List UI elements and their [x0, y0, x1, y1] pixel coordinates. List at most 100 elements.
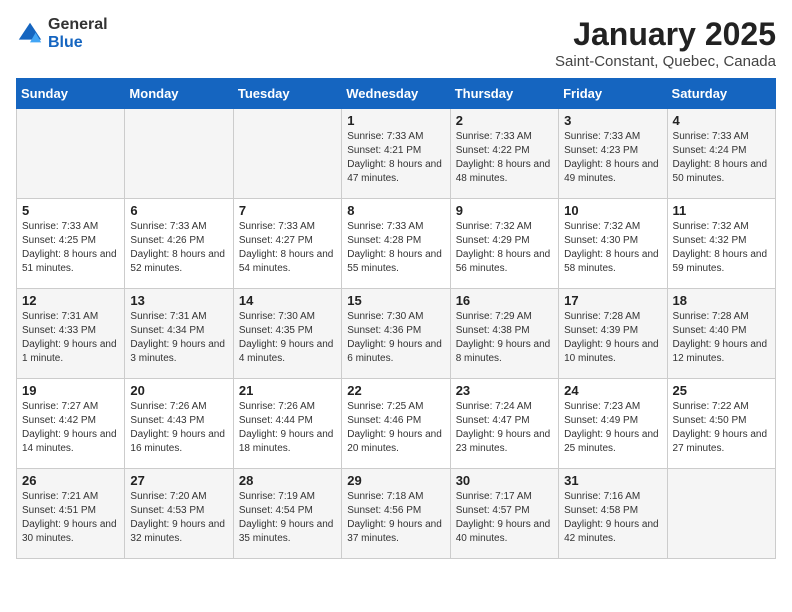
day-number: 4	[673, 113, 770, 128]
calendar-cell: 22Sunrise: 7:25 AM Sunset: 4:46 PM Dayli…	[342, 379, 450, 469]
day-info: Sunrise: 7:32 AM Sunset: 4:32 PM Dayligh…	[673, 220, 770, 276]
day-info: Sunrise: 7:33 AM Sunset: 4:24 PM Dayligh…	[673, 130, 770, 186]
weekday-header-thursday: Thursday	[450, 79, 558, 109]
calendar-cell: 17Sunrise: 7:28 AM Sunset: 4:39 PM Dayli…	[559, 289, 667, 379]
page-header: General Blue January 2025 Saint-Constant…	[16, 16, 776, 70]
day-info: Sunrise: 7:16 AM Sunset: 4:58 PM Dayligh…	[564, 490, 661, 546]
calendar-cell	[125, 109, 233, 199]
calendar-cell	[17, 109, 125, 199]
day-number: 20	[130, 383, 227, 398]
calendar-week-1: 1 Sunrise: 7:33 AM Sunset: 4:21 PM Daylig…	[17, 109, 776, 199]
day-number: 17	[564, 293, 661, 308]
day-number: 12	[22, 293, 119, 308]
calendar-table: SundayMondayTuesdayWednesdayThursdayFrid…	[16, 78, 776, 559]
weekday-header-saturday: Saturday	[667, 79, 775, 109]
calendar-cell: 20Sunrise: 7:26 AM Sunset: 4:43 PM Dayli…	[125, 379, 233, 469]
day-number: 7	[239, 203, 336, 218]
day-info: Sunrise: 7:32 AM Sunset: 4:29 PM Dayligh…	[456, 220, 553, 276]
calendar-cell: 24 Sunrise: 7:23 AM Sunset: 4:49 PM Dayli…	[559, 379, 667, 469]
day-number: 30	[456, 473, 553, 488]
day-number: 29	[347, 473, 444, 488]
calendar-body: 1 Sunrise: 7:33 AM Sunset: 4:21 PM Daylig…	[17, 109, 776, 559]
logo-general: General	[48, 16, 108, 34]
day-number: 14	[239, 293, 336, 308]
day-number: 31	[564, 473, 661, 488]
day-info: Sunrise: 7:33 AM Sunset: 4:28 PM Dayligh…	[347, 220, 444, 276]
day-info: Sunrise: 7:31 AM Sunset: 4:33 PM Dayligh…	[22, 310, 119, 366]
calendar-cell: 26 Sunrise: 7:21 AM Sunset: 4:51 PM Dayli…	[17, 469, 125, 559]
day-number: 3	[564, 113, 661, 128]
day-number: 21	[239, 383, 336, 398]
title-area: January 2025 Saint-Constant, Quebec, Can…	[555, 16, 776, 70]
calendar-cell: 12 Sunrise: 7:31 AM Sunset: 4:33 PM Dayli…	[17, 289, 125, 379]
day-info: Sunrise: 7:19 AM Sunset: 4:54 PM Dayligh…	[239, 490, 336, 546]
calendar-cell: 31 Sunrise: 7:16 AM Sunset: 4:58 PM Dayli…	[559, 469, 667, 559]
day-info: Sunrise: 7:33 AM Sunset: 4:25 PM Dayligh…	[22, 220, 119, 276]
calendar-cell	[667, 469, 775, 559]
calendar-title: January 2025	[555, 16, 776, 53]
weekday-header-wednesday: Wednesday	[342, 79, 450, 109]
day-number: 25	[673, 383, 770, 398]
calendar-cell: 6 Sunrise: 7:33 AM Sunset: 4:26 PM Daylig…	[125, 199, 233, 289]
day-number: 1	[347, 113, 444, 128]
day-number: 23	[456, 383, 553, 398]
day-info: Sunrise: 7:25 AM Sunset: 4:46 PM Dayligh…	[347, 400, 444, 456]
day-info: Sunrise: 7:29 AM Sunset: 4:38 PM Dayligh…	[456, 310, 553, 366]
calendar-subtitle: Saint-Constant, Quebec, Canada	[555, 53, 776, 70]
day-info: Sunrise: 7:23 AM Sunset: 4:49 PM Dayligh…	[564, 400, 661, 456]
weekday-header-sunday: Sunday	[17, 79, 125, 109]
calendar-cell: 4 Sunrise: 7:33 AM Sunset: 4:24 PM Daylig…	[667, 109, 775, 199]
day-info: Sunrise: 7:33 AM Sunset: 4:22 PM Dayligh…	[456, 130, 553, 186]
weekday-header-monday: Monday	[125, 79, 233, 109]
calendar-week-4: 19 Sunrise: 7:27 AM Sunset: 4:42 PM Dayli…	[17, 379, 776, 469]
calendar-cell: 30 Sunrise: 7:17 AM Sunset: 4:57 PM Dayli…	[450, 469, 558, 559]
calendar-cell: 14 Sunrise: 7:30 AM Sunset: 4:35 PM Dayli…	[233, 289, 341, 379]
calendar-cell: 25 Sunrise: 7:22 AM Sunset: 4:50 PM Dayli…	[667, 379, 775, 469]
day-number: 15	[347, 293, 444, 308]
day-info: Sunrise: 7:21 AM Sunset: 4:51 PM Dayligh…	[22, 490, 119, 546]
calendar-cell: 11Sunrise: 7:32 AM Sunset: 4:32 PM Dayli…	[667, 199, 775, 289]
calendar-week-2: 5 Sunrise: 7:33 AM Sunset: 4:25 PM Daylig…	[17, 199, 776, 289]
day-number: 9	[456, 203, 553, 218]
day-info: Sunrise: 7:33 AM Sunset: 4:23 PM Dayligh…	[564, 130, 661, 186]
day-info: Sunrise: 7:22 AM Sunset: 4:50 PM Dayligh…	[673, 400, 770, 456]
logo-icon	[16, 20, 44, 48]
day-info: Sunrise: 7:26 AM Sunset: 4:44 PM Dayligh…	[239, 400, 336, 456]
day-info: Sunrise: 7:24 AM Sunset: 4:47 PM Dayligh…	[456, 400, 553, 456]
calendar-week-3: 12 Sunrise: 7:31 AM Sunset: 4:33 PM Dayli…	[17, 289, 776, 379]
calendar-cell: 23 Sunrise: 7:24 AM Sunset: 4:47 PM Dayli…	[450, 379, 558, 469]
day-number: 10	[564, 203, 661, 218]
calendar-cell: 15 Sunrise: 7:30 AM Sunset: 4:36 PM Dayli…	[342, 289, 450, 379]
calendar-cell: 3 Sunrise: 7:33 AM Sunset: 4:23 PM Daylig…	[559, 109, 667, 199]
day-info: Sunrise: 7:30 AM Sunset: 4:36 PM Dayligh…	[347, 310, 444, 366]
day-info: Sunrise: 7:27 AM Sunset: 4:42 PM Dayligh…	[22, 400, 119, 456]
day-info: Sunrise: 7:33 AM Sunset: 4:21 PM Dayligh…	[347, 130, 444, 186]
day-info: Sunrise: 7:33 AM Sunset: 4:26 PM Dayligh…	[130, 220, 227, 276]
day-number: 19	[22, 383, 119, 398]
calendar-cell	[233, 109, 341, 199]
calendar-cell: 19 Sunrise: 7:27 AM Sunset: 4:42 PM Dayli…	[17, 379, 125, 469]
weekday-row: SundayMondayTuesdayWednesdayThursdayFrid…	[17, 79, 776, 109]
day-number: 26	[22, 473, 119, 488]
day-info: Sunrise: 7:17 AM Sunset: 4:57 PM Dayligh…	[456, 490, 553, 546]
day-info: Sunrise: 7:18 AM Sunset: 4:56 PM Dayligh…	[347, 490, 444, 546]
day-info: Sunrise: 7:33 AM Sunset: 4:27 PM Dayligh…	[239, 220, 336, 276]
day-number: 16	[456, 293, 553, 308]
calendar-cell: 18Sunrise: 7:28 AM Sunset: 4:40 PM Dayli…	[667, 289, 775, 379]
day-info: Sunrise: 7:28 AM Sunset: 4:40 PM Dayligh…	[673, 310, 770, 366]
calendar-week-5: 26 Sunrise: 7:21 AM Sunset: 4:51 PM Dayli…	[17, 469, 776, 559]
calendar-cell: 16 Sunrise: 7:29 AM Sunset: 4:38 PM Dayli…	[450, 289, 558, 379]
weekday-header-friday: Friday	[559, 79, 667, 109]
day-number: 13	[130, 293, 227, 308]
calendar-cell: 5 Sunrise: 7:33 AM Sunset: 4:25 PM Daylig…	[17, 199, 125, 289]
calendar-cell: 28Sunrise: 7:19 AM Sunset: 4:54 PM Dayli…	[233, 469, 341, 559]
calendar-cell: 29 Sunrise: 7:18 AM Sunset: 4:56 PM Dayli…	[342, 469, 450, 559]
day-number: 27	[130, 473, 227, 488]
calendar-cell: 27Sunrise: 7:20 AM Sunset: 4:53 PM Dayli…	[125, 469, 233, 559]
day-number: 5	[22, 203, 119, 218]
day-number: 24	[564, 383, 661, 398]
day-number: 6	[130, 203, 227, 218]
day-info: Sunrise: 7:30 AM Sunset: 4:35 PM Dayligh…	[239, 310, 336, 366]
calendar-cell: 21 Sunrise: 7:26 AM Sunset: 4:44 PM Dayli…	[233, 379, 341, 469]
calendar-header: SundayMondayTuesdayWednesdayThursdayFrid…	[17, 79, 776, 109]
